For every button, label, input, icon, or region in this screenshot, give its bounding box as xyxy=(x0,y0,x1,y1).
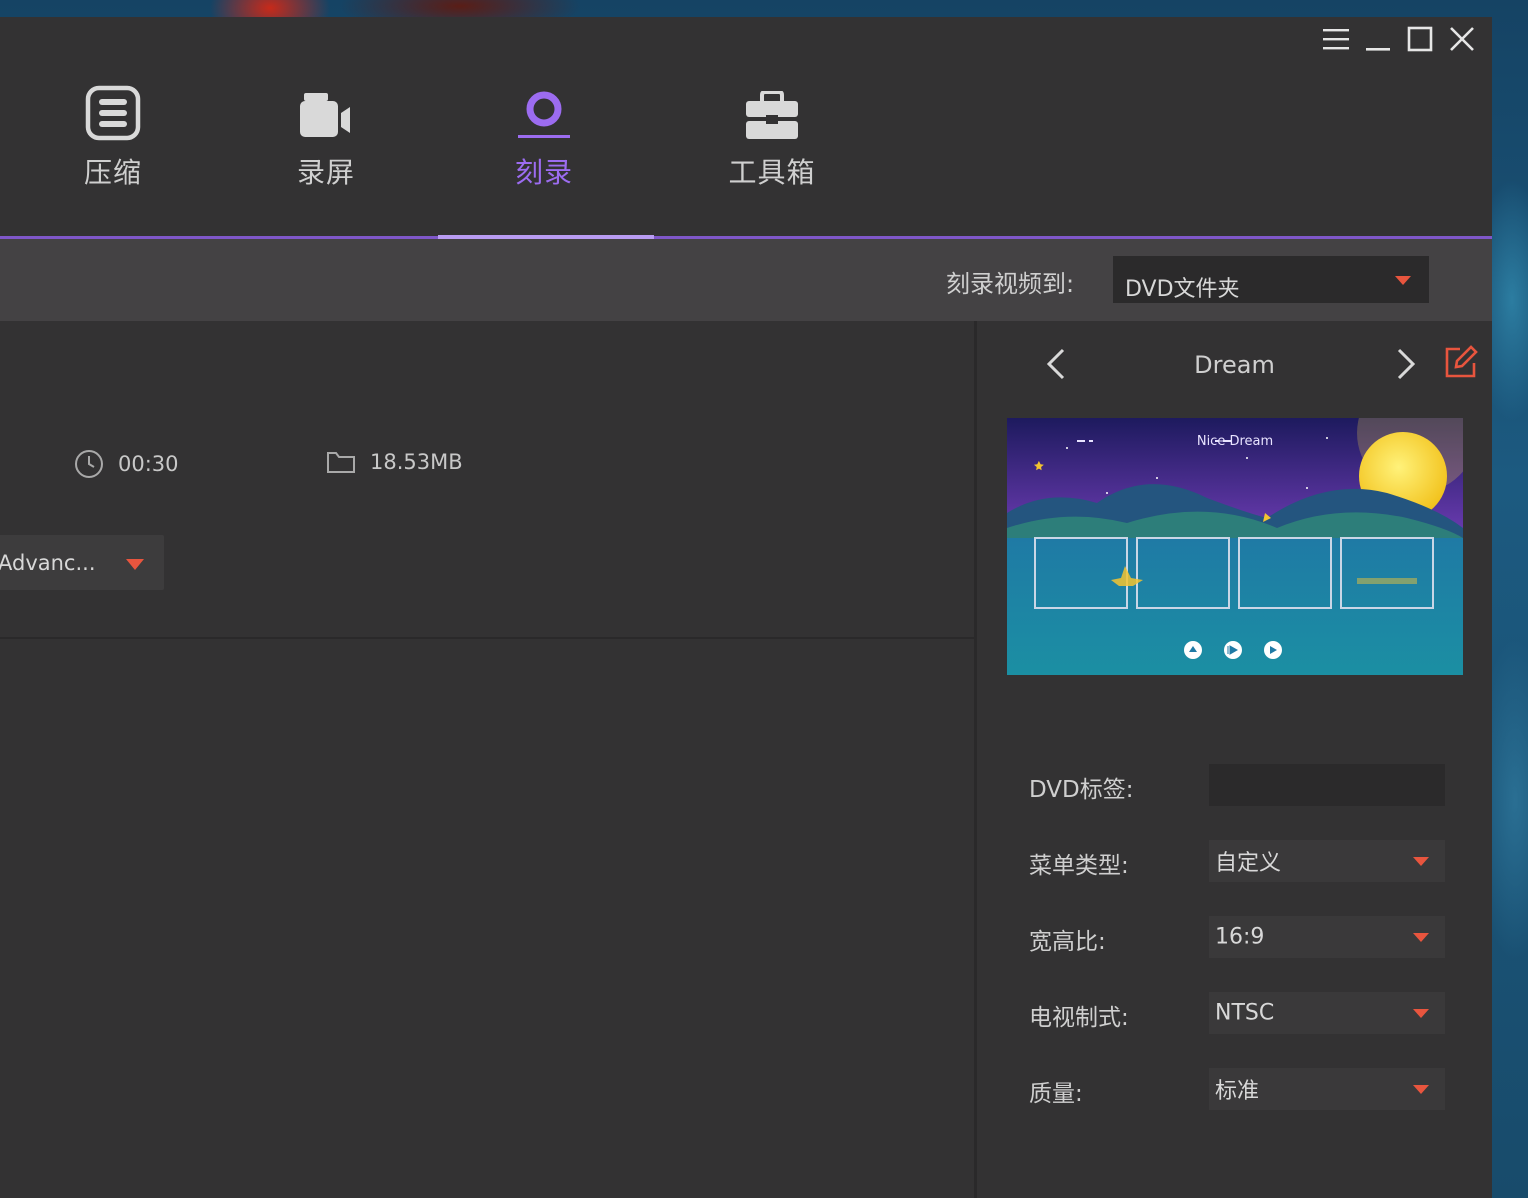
menu-type-row: 菜单类型: 自定义 xyxy=(1025,840,1455,886)
output-preset-value: Advanc... xyxy=(0,550,96,575)
folder-icon xyxy=(326,449,356,475)
nav-label-record: 录屏 xyxy=(296,156,355,189)
chevron-down-icon xyxy=(126,558,144,570)
burn-target-label: 刻录视频到: xyxy=(946,270,1075,298)
nav-compress[interactable]: 压缩 xyxy=(33,79,193,191)
quality-value: 标准 xyxy=(1215,1079,1260,1104)
next-template-icon[interactable] xyxy=(1391,347,1421,381)
toolbox-icon xyxy=(742,79,802,141)
menu-type-value: 自定义 xyxy=(1215,851,1282,876)
menu-type-select[interactable]: 自定义 xyxy=(1209,840,1445,882)
top-nav: 压缩 录屏 刻录 工具箱 xyxy=(0,17,1492,240)
nav-label-toolbox: 工具箱 xyxy=(728,156,816,189)
quality-row: 质量: 标准 xyxy=(1025,1068,1455,1114)
chevron-down-icon xyxy=(1413,1085,1429,1094)
nav-toolbox[interactable]: 工具箱 xyxy=(692,79,852,191)
tv-standard-value: NTSC xyxy=(1215,1000,1275,1026)
thumbnail-title: Nice Dream xyxy=(1196,434,1274,449)
chevron-down-icon xyxy=(1413,857,1429,866)
template-switcher: Dream xyxy=(977,321,1492,411)
template-thumbnail[interactable]: Nice Dream xyxy=(1007,418,1463,675)
edit-template-icon[interactable] xyxy=(1444,345,1478,379)
nav-record-screen[interactable]: 录屏 xyxy=(246,79,406,191)
file-item[interactable]: 00:30 18.53MB Advanc... xyxy=(0,321,974,639)
output-preset-select[interactable]: Advanc... xyxy=(0,535,164,590)
dvd-settings-panel: Dream Nice Dream DVD标签: 菜单类型: 自定义 宽高比: 1… xyxy=(974,321,1492,1198)
quality-select[interactable]: 标准 xyxy=(1209,1068,1445,1110)
quality-label: 质量: xyxy=(1029,1081,1083,1107)
chevron-down-icon xyxy=(1413,933,1429,942)
nav-burn[interactable]: 刻录 xyxy=(464,79,624,191)
aspect-ratio-row: 宽高比: 16:9 xyxy=(1025,916,1455,962)
burn-target-value: DVD文件夹 xyxy=(1125,277,1240,302)
aspect-ratio-select[interactable]: 16:9 xyxy=(1209,916,1445,958)
dvd-label-row: DVD标签: xyxy=(1025,764,1455,810)
burn-target-select[interactable]: DVD文件夹 xyxy=(1113,256,1429,303)
burn-target-bar: 刻录视频到: DVD文件夹 xyxy=(0,239,1492,321)
file-list-panel: 00:30 18.53MB Advanc... xyxy=(0,321,974,1198)
nav-label-compress: 压缩 xyxy=(83,156,142,189)
duration-value: 00:30 xyxy=(118,452,179,476)
chevron-down-icon xyxy=(1395,275,1411,285)
clock-icon xyxy=(74,449,104,479)
aspect-ratio-value: 16:9 xyxy=(1215,924,1265,950)
nav-label-burn: 刻录 xyxy=(514,156,573,189)
tv-standard-label: 电视制式: xyxy=(1029,1005,1129,1031)
disc-icon xyxy=(514,79,574,141)
dvd-label-input[interactable] xyxy=(1209,764,1445,806)
chevron-down-icon xyxy=(1413,1009,1429,1018)
size-meta: 18.53MB xyxy=(326,449,463,475)
duration-meta: 00:30 xyxy=(74,449,179,479)
compress-icon xyxy=(83,79,143,141)
menu-type-label: 菜单类型: xyxy=(1029,853,1129,879)
app-window: 压缩 录屏 刻录 工具箱 刻录视频到: DVD文件夹 00:30 18.53MB… xyxy=(0,17,1492,1198)
size-value: 18.53MB xyxy=(370,450,463,474)
video-camera-icon xyxy=(296,79,356,141)
tv-standard-select[interactable]: NTSC xyxy=(1209,992,1445,1034)
dvd-label-label: DVD标签: xyxy=(1029,777,1134,803)
tv-standard-row: 电视制式: NTSC xyxy=(1025,992,1455,1038)
aspect-ratio-label: 宽高比: xyxy=(1029,929,1106,955)
